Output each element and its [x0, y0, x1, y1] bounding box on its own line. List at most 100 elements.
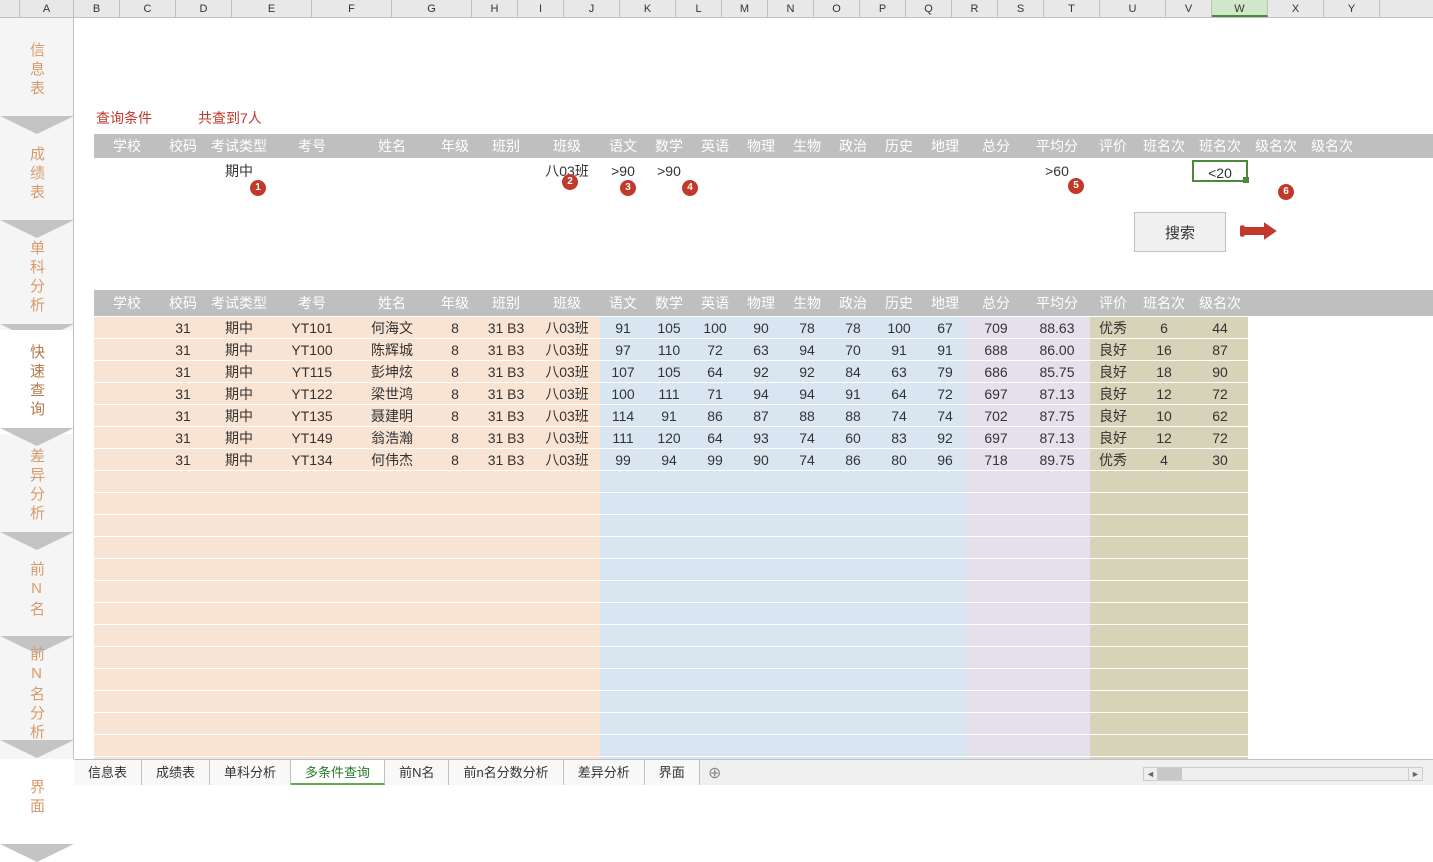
filter-cell[interactable]: 期中 [206, 160, 272, 182]
empty-seg [968, 559, 1090, 580]
empty-seg [600, 625, 968, 646]
sheet-tab[interactable]: 单科分析 [210, 760, 291, 785]
scroll-right-arrow[interactable]: ► [1408, 768, 1422, 780]
filter-cell[interactable] [1248, 160, 1304, 182]
filter-cell[interactable] [922, 160, 968, 182]
sheet-tab[interactable]: 前N名 [385, 760, 449, 785]
sheet-tab[interactable]: 信息表 [74, 760, 142, 785]
sheet-tab[interactable]: 成绩表 [142, 760, 210, 785]
col-header-O[interactable]: O [814, 0, 860, 17]
table-cell: 100 [600, 383, 646, 404]
table-row[interactable]: 31期中YT122梁世鸿831 B3八03班100111719494916472… [94, 382, 1433, 404]
col-header-Y[interactable]: Y [1324, 0, 1380, 17]
scroll-thumb[interactable] [1158, 768, 1182, 780]
col-header-A[interactable]: A [20, 0, 74, 17]
left-tab-info[interactable]: 信息表 [0, 18, 73, 122]
horiz-scrollbar[interactable]: ◄ ► [1143, 767, 1423, 781]
col-header-P[interactable]: P [860, 0, 906, 17]
table-cell: 88 [784, 405, 830, 426]
table-cell: 97 [600, 339, 646, 360]
col-header-X[interactable]: X [1268, 0, 1324, 17]
table-cell: 107 [600, 361, 646, 382]
table-cell: 92 [922, 427, 968, 448]
filter-cell[interactable] [784, 160, 830, 182]
left-tab-topn-an[interactable]: 前N名分析 [0, 642, 73, 746]
table-row[interactable]: 31期中YT135聂建明831 B3八03班114918687888874747… [94, 404, 1433, 426]
col-header-K[interactable]: K [620, 0, 676, 17]
col-header-G[interactable]: G [392, 0, 472, 17]
table-row[interactable]: 31期中YT101何海文831 B3八03班911051009078781006… [94, 316, 1433, 338]
table-row[interactable]: 31期中YT149翁浩瀚831 B3八03班111120649374608392… [94, 426, 1433, 448]
col-header-E[interactable]: E [232, 0, 312, 17]
results-header-cell: 平均分 [1024, 290, 1090, 316]
empty-row [94, 690, 1433, 712]
filter-cell[interactable]: <20 [1192, 160, 1248, 182]
empty-seg [968, 691, 1090, 712]
left-tab-single[interactable]: 单科分析 [0, 226, 73, 330]
table-cell: 86 [830, 449, 876, 470]
col-header-Q[interactable]: Q [906, 0, 952, 17]
table-cell: 八03班 [534, 361, 600, 382]
sheet-tab[interactable]: 多条件查询 [291, 760, 385, 785]
filter-header-cell: 姓名 [352, 134, 432, 158]
table-cell: 62 [1192, 405, 1248, 426]
filter-cell[interactable]: >90 [600, 160, 646, 182]
col-header-W[interactable]: W [1212, 0, 1268, 17]
table-row[interactable]: 31期中YT100陈辉城831 B3八03班971107263947091916… [94, 338, 1433, 360]
table-cell [94, 427, 160, 448]
table-cell: 70 [830, 339, 876, 360]
left-tab-ui[interactable]: 界面 [0, 746, 73, 850]
search-button[interactable]: 搜索 [1134, 212, 1226, 252]
col-header-L[interactable]: L [676, 0, 722, 17]
filter-cell[interactable] [738, 160, 784, 182]
sheet-tab[interactable]: 前n名分数分析 [449, 760, 563, 785]
badge-1: 1 [250, 180, 266, 196]
sheet-tab[interactable]: 界面 [645, 760, 700, 785]
col-header-F[interactable]: F [312, 0, 392, 17]
add-sheet-button[interactable]: ⊕ [700, 760, 730, 785]
left-tab-topn[interactable]: 前N名 [0, 538, 73, 642]
table-cell: 84 [830, 361, 876, 382]
col-header-I[interactable]: I [518, 0, 564, 17]
col-header-D[interactable]: D [176, 0, 232, 17]
col-header-T[interactable]: T [1044, 0, 1100, 17]
col-header-U[interactable]: U [1100, 0, 1166, 17]
filter-cell[interactable] [160, 160, 206, 182]
table-row[interactable]: 31期中YT134何伟杰831 B3八03班999499907486809671… [94, 448, 1433, 470]
col-header-S[interactable]: S [998, 0, 1044, 17]
filter-cell[interactable] [876, 160, 922, 182]
table-cell: 67 [922, 317, 968, 338]
filter-cell[interactable] [1136, 160, 1192, 182]
filter-cell[interactable] [830, 160, 876, 182]
left-tab-label: 信息表 [26, 42, 47, 99]
filter-cell[interactable]: >90 [646, 160, 692, 182]
col-header-R[interactable]: R [952, 0, 998, 17]
scroll-left-arrow[interactable]: ◄ [1144, 768, 1158, 780]
col-header-H[interactable]: H [472, 0, 518, 17]
filter-cell[interactable] [1090, 160, 1136, 182]
table-cell: YT135 [272, 405, 352, 426]
left-tab-score[interactable]: 成绩表 [0, 122, 73, 226]
filter-cell[interactable] [352, 160, 432, 182]
filter-cell[interactable] [692, 160, 738, 182]
filter-header-cell: 历史 [876, 134, 922, 158]
table-row[interactable]: 31期中YT115彭坤炫831 B3八03班107105649292846379… [94, 360, 1433, 382]
col-header-V[interactable]: V [1166, 0, 1212, 17]
col-header-M[interactable]: M [722, 0, 768, 17]
table-cell: 何伟杰 [352, 449, 432, 470]
filter-cell[interactable] [968, 160, 1024, 182]
sheet-tab[interactable]: 差异分析 [564, 760, 645, 785]
filter-cell[interactable] [478, 160, 534, 182]
col-header-J[interactable]: J [564, 0, 620, 17]
filter-cell[interactable] [1304, 160, 1360, 182]
filter-cell[interactable] [94, 160, 160, 182]
col-header-C[interactable]: C [120, 0, 176, 17]
results-header-cell: 数学 [646, 290, 692, 316]
col-header-N[interactable]: N [768, 0, 814, 17]
left-tab-diff[interactable]: 差异分析 [0, 434, 73, 538]
col-header-B[interactable]: B [74, 0, 120, 17]
empty-seg [968, 515, 1090, 536]
filter-cell[interactable] [272, 160, 352, 182]
filter-cell[interactable] [432, 160, 478, 182]
left-tab-quick[interactable]: 快速查询 [0, 330, 73, 434]
